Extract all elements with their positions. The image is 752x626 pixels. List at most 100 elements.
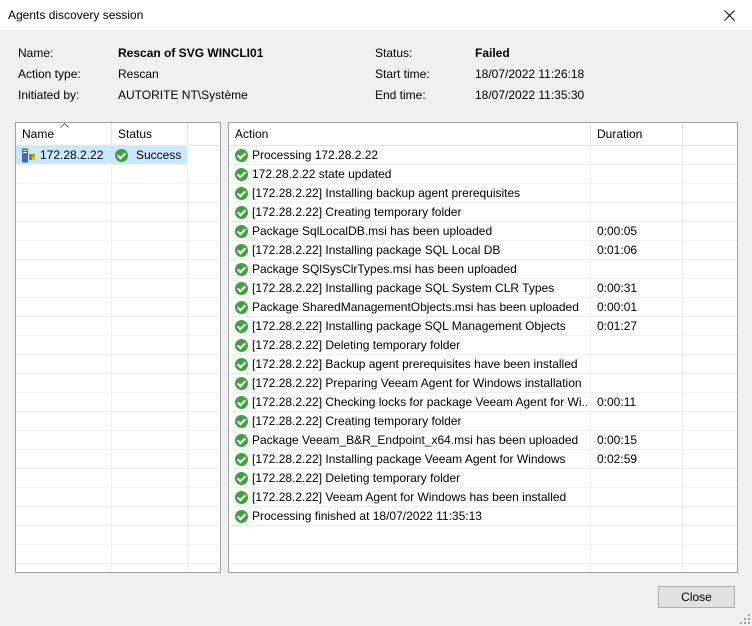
host-name: 172.28.2.22: [40, 148, 104, 162]
column-header-status[interactable]: Status: [112, 123, 188, 145]
action-row[interactable]: [172.28.2.22] Installing backup agent pr…: [229, 184, 737, 203]
action-row[interactable]: [172.28.2.22] Creating temporary folder: [229, 203, 737, 222]
success-check-icon: [235, 491, 248, 504]
empty-row: [16, 241, 220, 260]
action-row[interactable]: Package SqlLocalDB.msi has been uploaded…: [229, 222, 737, 241]
action-text: [172.28.2.22] Preparing Veeam Agent for …: [252, 376, 582, 390]
column-header-duration-label: Duration: [597, 127, 643, 141]
resize-grip-icon[interactable]: [740, 614, 750, 624]
sort-ascending-icon: [60, 123, 69, 128]
hosts-table: Name Status 172.28.2.22 Success: [15, 122, 221, 573]
title-bar: Agents discovery session: [0, 0, 752, 30]
action-text: Package SQlSysClrTypes.msi has been uplo…: [252, 262, 517, 276]
action-row[interactable]: Processing 172.28.2.22: [229, 146, 737, 165]
name-value: Rescan of SVG WINCLI01: [118, 46, 264, 60]
success-check-icon: [235, 320, 248, 333]
success-check-icon: [235, 187, 248, 200]
close-button[interactable]: Close: [658, 586, 735, 608]
status-value: Failed: [475, 46, 510, 60]
action-text: [172.28.2.22] Installing package SQL Loc…: [252, 243, 501, 257]
initiated-by-value: AUTORITE NT\Système: [118, 88, 248, 102]
empty-row: [229, 545, 737, 564]
column-header-status-label: Status: [118, 127, 153, 141]
server-icon: [21, 148, 35, 163]
action-row[interactable]: [172.28.2.22] Deleting temporary folder: [229, 469, 737, 488]
success-check-icon: [235, 206, 248, 219]
success-check-icon: [235, 282, 248, 295]
actions-table-header: Action Duration: [229, 123, 737, 146]
action-row[interactable]: Package Veeam_B&R_Endpoint_x64.msi has b…: [229, 431, 737, 450]
action-row[interactable]: 172.28.2.22 state updated: [229, 165, 737, 184]
action-duration: 0:00:15: [597, 433, 638, 447]
action-row[interactable]: [172.28.2.22] Deleting temporary folder: [229, 336, 737, 355]
action-duration: 0:01:06: [597, 243, 638, 257]
action-row[interactable]: [172.28.2.22] Veeam Agent for Windows ha…: [229, 488, 737, 507]
empty-row: [16, 526, 220, 545]
end-time-value: 18/07/2022 11:35:30: [475, 88, 585, 102]
column-header-action[interactable]: Action: [229, 123, 591, 145]
action-row[interactable]: [172.28.2.22] Creating temporary folder: [229, 412, 737, 431]
action-row[interactable]: [172.28.2.22] Checking locks for package…: [229, 393, 737, 412]
status-label: Status:: [375, 46, 413, 60]
empty-row: [16, 412, 220, 431]
empty-row: [16, 222, 220, 241]
success-check-icon: [235, 453, 248, 466]
name-label: Name:: [18, 46, 54, 60]
empty-row: [16, 507, 220, 526]
empty-row: [16, 393, 220, 412]
action-duration: 0:02:59: [597, 452, 638, 466]
action-duration: 0:01:27: [597, 319, 638, 333]
action-text: Package SqlLocalDB.msi has been uploaded: [252, 224, 493, 238]
action-text: [172.28.2.22] Installing backup agent pr…: [252, 186, 521, 200]
action-row[interactable]: Processing finished at 18/07/2022 11:35:…: [229, 507, 737, 526]
action-type-value: Rescan: [118, 67, 159, 81]
empty-row: [16, 469, 220, 488]
action-text: Processing 172.28.2.22: [252, 148, 379, 162]
action-text: Processing finished at 18/07/2022 11:35:…: [252, 509, 482, 523]
action-duration: 0:00:05: [597, 224, 638, 238]
close-button-label: Close: [681, 590, 712, 604]
empty-row: [16, 488, 220, 507]
host-status: Success: [136, 148, 182, 162]
action-row[interactable]: [172.28.2.22] Preparing Veeam Agent for …: [229, 374, 737, 393]
success-check-icon: [235, 168, 248, 181]
success-check-icon: [235, 225, 248, 238]
action-text: [172.28.2.22] Backup agent prerequisites…: [252, 357, 578, 371]
column-header-name-label: Name: [22, 127, 55, 141]
success-check-icon: [235, 244, 248, 257]
action-text: 172.28.2.22 state updated: [252, 167, 392, 181]
action-type-label: Action type:: [18, 67, 81, 81]
success-check-icon: [235, 415, 248, 428]
empty-row: [16, 184, 220, 203]
empty-row: [16, 165, 220, 184]
action-row[interactable]: [172.28.2.22] Backup agent prerequisites…: [229, 355, 737, 374]
empty-row: [16, 431, 220, 450]
action-text: Package Veeam_B&R_Endpoint_x64.msi has b…: [252, 433, 579, 447]
action-row[interactable]: [172.28.2.22] Installing package SQL Man…: [229, 317, 737, 336]
start-time-label: Start time:: [375, 67, 430, 81]
action-text: [172.28.2.22] Installing package Veeam A…: [252, 452, 566, 466]
column-header-name[interactable]: Name: [16, 123, 112, 145]
action-text: [172.28.2.22] Veeam Agent for Windows ha…: [252, 490, 567, 504]
success-check-icon: [235, 396, 248, 409]
action-text: [172.28.2.22] Deleting temporary folder: [252, 338, 461, 352]
action-row[interactable]: Package SharedManagementObjects.msi has …: [229, 298, 737, 317]
success-check-icon: [115, 149, 128, 162]
action-duration: 0:00:11: [597, 395, 637, 409]
action-row[interactable]: Package SQlSysClrTypes.msi has been uplo…: [229, 260, 737, 279]
empty-row: [16, 260, 220, 279]
action-row[interactable]: [172.28.2.22] Installing package SQL Sys…: [229, 279, 737, 298]
empty-row: [16, 374, 220, 393]
action-row[interactable]: [172.28.2.22] Installing package SQL Loc…: [229, 241, 737, 260]
success-check-icon: [235, 301, 248, 314]
column-header-duration[interactable]: Duration: [591, 123, 683, 145]
empty-row: [16, 279, 220, 298]
action-row[interactable]: [172.28.2.22] Installing package Veeam A…: [229, 450, 737, 469]
host-row[interactable]: 172.28.2.22 Success: [16, 146, 187, 165]
initiated-by-label: Initiated by:: [18, 88, 80, 102]
action-duration: 0:00:31: [597, 281, 638, 295]
window-close-button[interactable]: [706, 0, 752, 30]
success-check-icon: [235, 510, 248, 523]
hosts-table-header: Name Status: [16, 123, 220, 146]
column-header-action-label: Action: [235, 127, 269, 141]
